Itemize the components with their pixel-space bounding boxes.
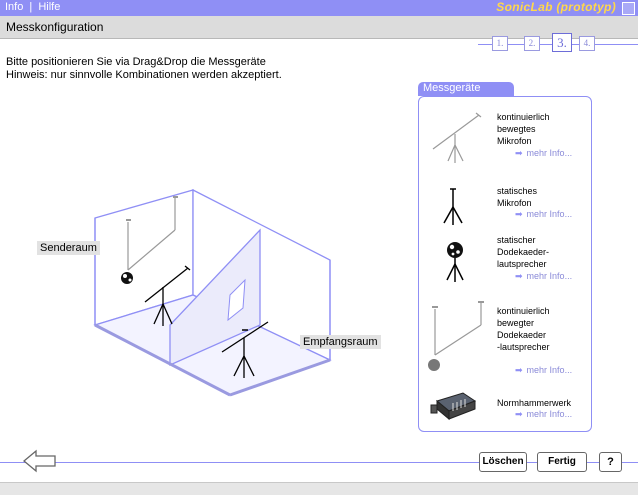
delete-button[interactable]: Löschen <box>479 452 527 472</box>
equipment-label: kontinuierlich bewegtes Mikrofon <box>497 112 550 146</box>
step-1[interactable]: 1. <box>492 36 508 51</box>
help-button[interactable]: ? <box>599 452 622 472</box>
top-menu: Info | Hilfe <box>5 1 60 13</box>
equipment-item-static-microphone[interactable]: statisches Mikrofon ➡ mehr Info... <box>419 183 591 227</box>
step-4[interactable]: 4. <box>579 36 595 51</box>
step-2[interactable]: 2. <box>524 36 540 51</box>
equipment-label: Normhammerwerk <box>497 398 572 408</box>
equipment-panel: kontinuierlich bewegtes Mikrofon ➡ mehr I… <box>418 96 592 432</box>
instructions: Bitte positionieren Sie via Drag&Drop di… <box>6 56 282 82</box>
more-info-link[interactable]: ➡ mehr Info... <box>515 409 572 420</box>
moving-microphone-icon[interactable] <box>423 107 483 169</box>
equipment-label: kontinuierlich bewegter Dodekaeder -laut… <box>497 306 550 352</box>
equipment-item-moving-microphone[interactable]: kontinuierlich bewegtes Mikrofon ➡ mehr I… <box>419 107 591 169</box>
more-info-link[interactable]: ➡ mehr Info... <box>515 365 572 376</box>
more-info-link[interactable]: ➡ mehr Info... <box>515 271 572 282</box>
equipment-panel-title: Messgeräte <box>423 82 481 94</box>
menu-separator: | <box>29 1 33 13</box>
equipment-label: statischer Dodekaeder- lautsprecher <box>497 235 550 269</box>
menu-info[interactable]: Info <box>5 1 23 13</box>
arrow-right-icon: ➡ <box>515 209 523 219</box>
tapping-machine-icon[interactable] <box>423 389 483 423</box>
arrow-right-icon: ➡ <box>515 271 523 281</box>
arrow-right-icon: ➡ <box>515 409 523 419</box>
arrow-right-icon: ➡ <box>515 365 523 375</box>
back-arrow-icon[interactable] <box>22 449 58 473</box>
static-microphone-icon[interactable] <box>423 183 483 227</box>
step-navigation: 1. 2. 3. 4. <box>478 33 638 55</box>
window-control-icon[interactable] <box>622 2 635 15</box>
more-info-link[interactable]: ➡ mehr Info... <box>515 209 572 220</box>
menu-help[interactable]: Hilfe <box>38 1 60 13</box>
instruction-line-1: Bitte positionieren Sie via Drag&Drop di… <box>6 56 266 68</box>
equipment-label: statisches Mikrofon <box>497 186 538 208</box>
arrow-right-icon: ➡ <box>515 148 523 158</box>
more-info-link[interactable]: ➡ mehr Info... <box>515 148 572 159</box>
done-button[interactable]: Fertig <box>537 452 587 472</box>
equipment-item-moving-dodecahedron-speaker[interactable]: kontinuierlich bewegter Dodekaeder -laut… <box>419 297 591 377</box>
top-menu-bar: Info | Hilfe SonicLab (prototyp) <box>0 0 638 16</box>
app-brand: SonicLab (prototyp) <box>496 0 616 14</box>
receiver-room-label: Empfangsraum <box>300 335 381 349</box>
equipment-panel-tab: Messgeräte <box>418 82 514 96</box>
equipment-item-static-dodecahedron-speaker[interactable]: statischer Dodekaeder- lautsprecher ➡ meh… <box>419 234 591 286</box>
static-dodecahedron-speaker-icon[interactable] <box>423 234 483 286</box>
equipment-item-tapping-machine[interactable]: Normhammerwerk ➡ mehr Info... <box>419 389 591 423</box>
moving-dodecahedron-speaker-icon[interactable] <box>423 297 489 377</box>
status-bar <box>0 482 638 495</box>
page-title: Messkonfiguration <box>6 20 104 34</box>
step-3[interactable]: 3. <box>552 33 572 52</box>
sender-room-label: Senderaum <box>37 241 100 255</box>
